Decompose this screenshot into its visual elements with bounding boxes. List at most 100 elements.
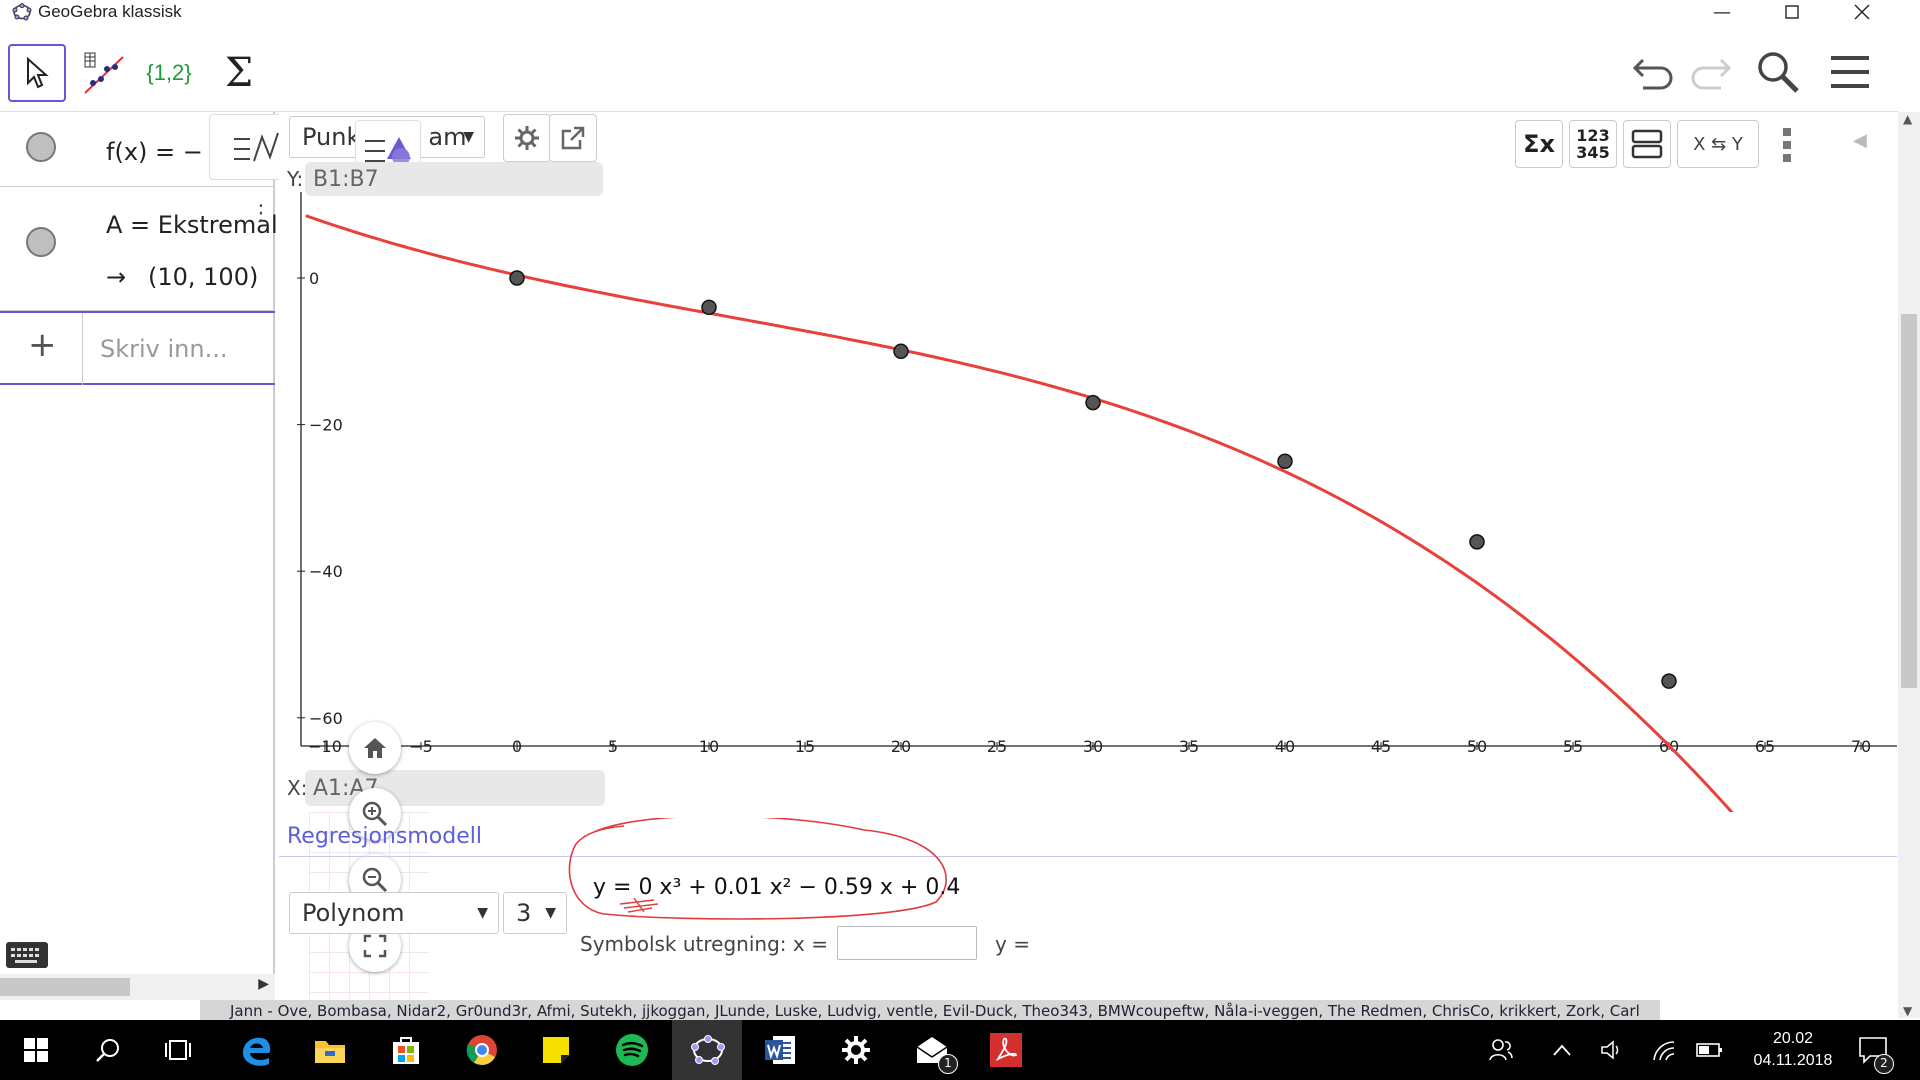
- statistics-button[interactable]: Σx: [1515, 120, 1563, 168]
- regression-equation: y = 0 x³ + 0.01 x² − 0.59 x + 0.4: [593, 875, 961, 900]
- chevron-up-icon[interactable]: [1552, 1042, 1572, 1061]
- polynomial-degree-select[interactable]: 3 ▼: [503, 892, 567, 934]
- home-icon: [364, 738, 386, 758]
- spotify-icon[interactable]: [612, 1030, 652, 1070]
- more-options-icon[interactable]: ⋮: [250, 201, 272, 226]
- chevron-down-icon: ▼: [545, 905, 556, 921]
- file-explorer-icon[interactable]: [310, 1030, 350, 1070]
- x-tick-label: 50: [1467, 737, 1487, 756]
- windows-start-icon[interactable]: [16, 1030, 56, 1070]
- data-point: [701, 299, 717, 316]
- algebra-input-row[interactable]: + Skriv inn...: [0, 311, 275, 385]
- x-tick-label: 30: [1083, 737, 1103, 756]
- algebra-horizontal-scrollbar[interactable]: ▶: [0, 974, 275, 1000]
- x-tick-label: 40: [1275, 737, 1295, 756]
- swap-xy-label: X ⇆ Y: [1693, 133, 1743, 155]
- regression-model-value: Polynom: [302, 899, 405, 927]
- y-tick-label: −20: [309, 416, 343, 435]
- visibility-toggle[interactable]: [26, 132, 56, 162]
- regression-plot[interactable]: −10 −5 0 5 10 15 20 25 30 35 40 45 50 55 60 65 700−20−40…: [279, 112, 1897, 812]
- visibility-toggle[interactable]: [26, 227, 56, 257]
- algebra-input[interactable]: Skriv inn...: [100, 335, 227, 363]
- acrobat-icon[interactable]: [986, 1030, 1026, 1070]
- y-field-label: Y:: [287, 167, 304, 191]
- keyboard-icon[interactable]: [6, 942, 48, 968]
- minimize-icon[interactable]: —: [1692, 0, 1752, 24]
- y-tick-label: −40: [309, 562, 343, 581]
- swap-xy-button[interactable]: X ⇆ Y: [1677, 120, 1759, 168]
- show-data-button[interactable]: 123 345: [1569, 120, 1617, 168]
- x-tick-label: 55: [1563, 737, 1583, 756]
- word-icon[interactable]: [760, 1030, 800, 1070]
- list-tool-button[interactable]: {1,2}: [140, 44, 198, 102]
- menu-icon[interactable]: [1824, 46, 1876, 98]
- chevron-down-icon: ▼: [477, 905, 488, 921]
- pointer-arrow-icon: [27, 56, 49, 89]
- export-button[interactable]: [549, 114, 597, 162]
- collapse-left-icon[interactable]: ◀: [1853, 130, 1867, 151]
- regression-icon: [84, 52, 124, 94]
- close-icon[interactable]: [1832, 0, 1892, 24]
- sticky-notes-icon[interactable]: [536, 1030, 576, 1070]
- edge-browser-icon[interactable]: [236, 1030, 276, 1070]
- plot-type-label: Punk: [302, 123, 361, 151]
- data-point: [1469, 534, 1485, 550]
- maximize-icon[interactable]: [1762, 0, 1822, 24]
- redo-icon[interactable]: [1684, 46, 1736, 98]
- freehand-annotation: [568, 818, 947, 920]
- more-options-icon[interactable]: [1783, 124, 1791, 166]
- plus-icon[interactable]: +: [28, 325, 57, 365]
- data-icon-bottom: 345: [1576, 143, 1610, 162]
- undo-icon[interactable]: [1628, 46, 1680, 98]
- settings-button[interactable]: [503, 114, 551, 162]
- scroll-up-icon[interactable]: ▲: [1903, 112, 1912, 126]
- vertical-scrollbar[interactable]: ▲ ▼: [1898, 112, 1920, 1018]
- search-icon[interactable]: [88, 1030, 128, 1070]
- data-icon-top: 123: [1576, 126, 1610, 145]
- contributors-ticker: Jann - Ove, Bombasa, Nidar2, Gr0und3r, A…: [200, 1000, 1660, 1020]
- y-equals-label: y =: [995, 932, 1030, 956]
- two-plots-button[interactable]: [1623, 120, 1671, 168]
- geogebra-taskbar-icon[interactable]: [688, 1030, 728, 1070]
- x-value-input[interactable]: [837, 926, 977, 960]
- move-tool-button[interactable]: [8, 44, 66, 102]
- regression-graphics-view[interactable]: −10 −5 0 5 10 15 20 25 30 35 40 45 50 55 60 65 70 0 −20 −40…: [279, 112, 1897, 1000]
- store-icon[interactable]: [386, 1030, 426, 1070]
- algebra-expression: f(x) = −: [106, 138, 203, 166]
- battery-icon[interactable]: [1696, 1042, 1724, 1062]
- chrome-icon[interactable]: [462, 1030, 502, 1070]
- people-icon[interactable]: [1488, 1038, 1514, 1066]
- system-clock[interactable]: 20.02 04.11.2018: [1748, 1028, 1838, 1072]
- search-icon[interactable]: [1752, 46, 1804, 98]
- sigma-x-icon: Σx: [1523, 130, 1555, 158]
- plot-type-label-tail: am: [428, 123, 467, 151]
- x-tick-label: 35: [1179, 737, 1199, 756]
- task-view-icon[interactable]: [158, 1030, 198, 1070]
- x-tick-label: 15: [795, 737, 815, 756]
- scrollbar-thumb[interactable]: [0, 978, 130, 996]
- algebra-row-a[interactable]: A = Ekstremalp → (10, 100) ⋮: [0, 187, 293, 311]
- regression-model-link[interactable]: Regresjonsmodell: [287, 824, 482, 849]
- scroll-right-icon[interactable]: ▶: [258, 976, 269, 992]
- main-toolbar: {1,2} Σ: [0, 24, 1898, 112]
- home-button[interactable]: [349, 722, 401, 774]
- x-data-field[interactable]: A1:A7: [305, 770, 605, 806]
- wifi-icon[interactable]: [1650, 1040, 1676, 1066]
- settings-gear-icon[interactable]: [836, 1030, 876, 1070]
- x-tick-label: 10: [699, 737, 719, 756]
- algebra-view: f(x) = − A = Ekstremalp → (10, 100) ⋮ + …: [0, 112, 305, 1000]
- regression-model-select[interactable]: Polynom ▼: [289, 892, 499, 934]
- volume-icon[interactable]: [1600, 1040, 1624, 1064]
- x-tick-label: −5: [409, 737, 433, 756]
- two-variable-regression-tool-button[interactable]: [74, 44, 132, 102]
- y-tick-label: 0: [309, 269, 319, 288]
- data-point: [509, 270, 525, 286]
- y-data-field[interactable]: B1:B7: [305, 162, 603, 196]
- x-tick-label: 20: [891, 737, 911, 756]
- graph-style-icon: [234, 132, 279, 162]
- geogebra-app-icon: [12, 3, 32, 21]
- clock-date: 04.11.2018: [1753, 1052, 1833, 1069]
- scroll-down-icon[interactable]: ▼: [1903, 1004, 1912, 1018]
- scrollbar-thumb[interactable]: [1901, 314, 1917, 688]
- sum-tool-button[interactable]: Σ: [210, 44, 268, 102]
